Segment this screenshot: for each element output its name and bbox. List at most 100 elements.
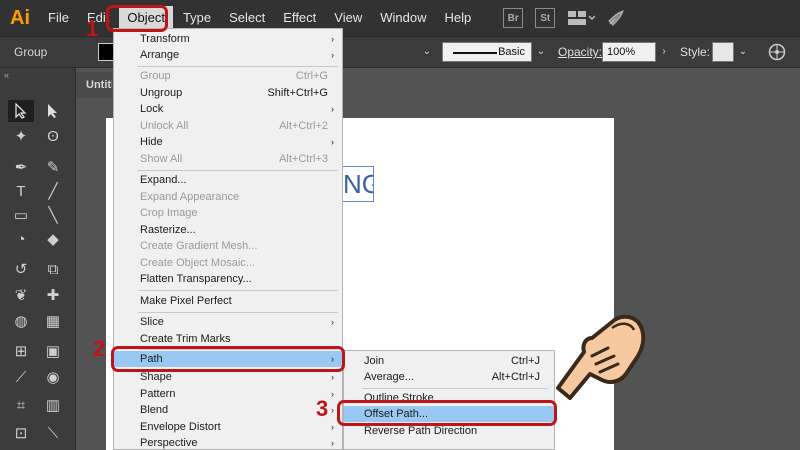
chevron-right-icon: ›	[331, 317, 334, 327]
slice-tool-icon[interactable]: ⟍	[40, 422, 66, 444]
menu-item-join[interactable]: Join Ctrl+J	[344, 353, 554, 369]
menu-item-ungroup[interactable]: Ungroup Shift+Ctrl+G	[114, 85, 342, 101]
menu-item-create-object-mosaic: Create Object Mosaic...	[140, 257, 255, 269]
annotation-step-3: 3	[316, 396, 329, 421]
perspective-grid-tool-icon[interactable]: ▦	[40, 310, 66, 332]
rotate-tool-icon[interactable]: ↺	[8, 258, 34, 280]
menu-item-average[interactable]: Average... Alt+Ctrl+J	[344, 369, 554, 385]
stroke-style-value: Basic	[498, 46, 525, 58]
mesh-tool-icon[interactable]: ⊞	[8, 340, 34, 362]
menu-item-arrange[interactable]: Arrange ›	[114, 47, 342, 63]
menu-separator	[138, 170, 338, 171]
puppet-warp-tool-icon[interactable]: ✚	[40, 284, 66, 306]
annotation-ring-offset-path	[337, 400, 557, 426]
column-graph-tool-icon[interactable]: ▥	[40, 394, 66, 416]
panel-collapse-icon[interactable]: «	[4, 70, 9, 80]
shaper-tool-icon[interactable]: ◔	[8, 228, 34, 250]
graphic-style-swatch[interactable]	[712, 42, 734, 62]
type-tool-icon[interactable]: T	[8, 180, 34, 202]
annotation-ring-object-menu	[106, 5, 168, 32]
menu-item-create-trim-marks[interactable]: Create Trim Marks	[114, 331, 342, 347]
gradient-tool-icon[interactable]: ▣	[40, 340, 66, 362]
menu-separator	[138, 290, 338, 291]
annotation-step-1: 1	[86, 16, 99, 41]
gpu-rocket-icon[interactable]	[607, 9, 625, 27]
annotation-ring-path	[111, 346, 345, 372]
menu-item-transform[interactable]: Transform ›	[114, 31, 342, 47]
menu-type[interactable]: Type	[175, 6, 219, 30]
menu-view[interactable]: View	[326, 6, 370, 30]
chevron-right-icon: ›	[331, 104, 334, 114]
menu-item-expand-appearance: Expand Appearance	[140, 191, 240, 203]
object-menu: Transform › Arrange › Group Ctrl+G Ungroup S…	[113, 28, 343, 450]
magic-wand-tool-icon[interactable]: ✦	[8, 125, 34, 147]
chevron-down-icon[interactable]: ⌄	[420, 42, 434, 62]
menu-item-unlock-all: Unlock All Alt+Ctrl+2	[140, 120, 328, 132]
blend-tool-icon[interactable]: ◉	[40, 366, 66, 388]
opacity-input[interactable]: 100%	[602, 42, 656, 62]
menu-item-create-gradient-mesh: Create Gradient Mesh...	[140, 240, 258, 252]
app-logo: Ai	[10, 6, 30, 29]
chevron-right-icon: ›	[331, 50, 334, 60]
artboard-tool-icon[interactable]: ⊡	[8, 422, 34, 444]
menu-item-blend[interactable]: Blend ›	[114, 402, 342, 418]
menu-select[interactable]: Select	[221, 6, 273, 30]
eyedropper-tool-icon[interactable]: ⟋	[8, 366, 34, 388]
menu-item-envelope-distort[interactable]: Envelope Distort ›	[114, 419, 342, 435]
menu-file[interactable]: File	[40, 6, 77, 30]
stroke-line-preview	[453, 52, 497, 54]
opacity-label[interactable]: Opacity:	[558, 45, 602, 59]
workspace-layout-icon[interactable]	[567, 10, 596, 26]
menu-item-slice[interactable]: Slice ›	[114, 314, 342, 330]
tools-panel: « ✦ ʘ ✒ ✎ T ╱ ▭ ╲ ◔ ◆ ↺ ⧉ ❦ ✚ ◍ ▦ ⊞ ▣ ⟋ …	[0, 68, 76, 450]
lasso-tool-icon[interactable]: ʘ	[40, 125, 66, 147]
symbol-sprayer-tool-icon[interactable]: ⌗	[8, 394, 34, 416]
stock-icon[interactable]: St	[535, 8, 556, 28]
chevron-down-icon[interactable]: ⌄	[534, 42, 548, 62]
menu-separator	[138, 66, 338, 67]
pointing-hand-icon	[540, 300, 650, 400]
chevron-right-icon: ›	[331, 389, 334, 399]
menu-item-rasterize[interactable]: Rasterize...	[114, 222, 342, 238]
chevron-right-icon: ›	[331, 405, 334, 415]
chevron-right-icon: ›	[331, 438, 334, 448]
menu-item-show-all: Show All Alt+Ctrl+3	[140, 153, 328, 165]
menubar-app-icons: Br St	[503, 8, 625, 28]
rectangle-tool-icon[interactable]: ▭	[8, 204, 34, 226]
menu-item-hide[interactable]: Hide ›	[114, 134, 342, 150]
menu-item-pattern[interactable]: Pattern ›	[114, 386, 342, 402]
menu-item-expand[interactable]: Expand...	[114, 172, 342, 188]
menu-item-flatten-transparency[interactable]: Flatten Transparency...	[114, 271, 342, 287]
chevron-right-icon: ›	[331, 137, 334, 147]
selection-tool-icon[interactable]	[8, 100, 34, 122]
chevron-right-icon[interactable]: ›	[657, 42, 671, 62]
scale-tool-icon[interactable]: ⧉	[40, 258, 66, 280]
direct-selection-tool-icon[interactable]	[40, 100, 66, 122]
shape-builder-tool-icon[interactable]: ◍	[8, 310, 34, 332]
stroke-style-select[interactable]: Basic	[442, 42, 532, 62]
document-tab[interactable]: Untitled	[76, 72, 112, 98]
menu-item-make-pixel-perfect[interactable]: Make Pixel Perfect	[114, 293, 342, 309]
selected-text-object[interactable]: NG	[340, 166, 374, 202]
chevron-right-icon: ›	[331, 422, 334, 432]
recolor-artwork-icon[interactable]	[768, 43, 786, 64]
annotation-step-2: 2	[93, 336, 106, 361]
eraser-tool-icon[interactable]: ◆	[40, 228, 66, 250]
menu-item-group: Group Ctrl+G	[140, 70, 328, 82]
pen-tool-icon[interactable]: ✒	[8, 156, 34, 178]
menu-help[interactable]: Help	[436, 6, 479, 30]
menu-window[interactable]: Window	[372, 6, 434, 30]
width-tool-icon[interactable]: ❦	[8, 284, 34, 306]
menu-separator	[362, 388, 548, 389]
chevron-down-icon[interactable]: ⌄	[736, 42, 750, 62]
menu-separator	[138, 312, 338, 313]
menu-effect[interactable]: Effect	[275, 6, 324, 30]
bridge-icon[interactable]: Br	[503, 8, 524, 28]
line-segment-tool-icon[interactable]: ╱	[40, 180, 66, 202]
selection-type-label: Group	[14, 45, 48, 59]
menu-item-perspective[interactable]: Perspective ›	[114, 435, 342, 449]
menu-item-lock[interactable]: Lock ›	[114, 101, 342, 117]
curvature-tool-icon[interactable]: ✎	[40, 156, 66, 178]
paintbrush-tool-icon[interactable]: ╲	[40, 204, 66, 226]
style-label: Style:	[680, 45, 711, 59]
